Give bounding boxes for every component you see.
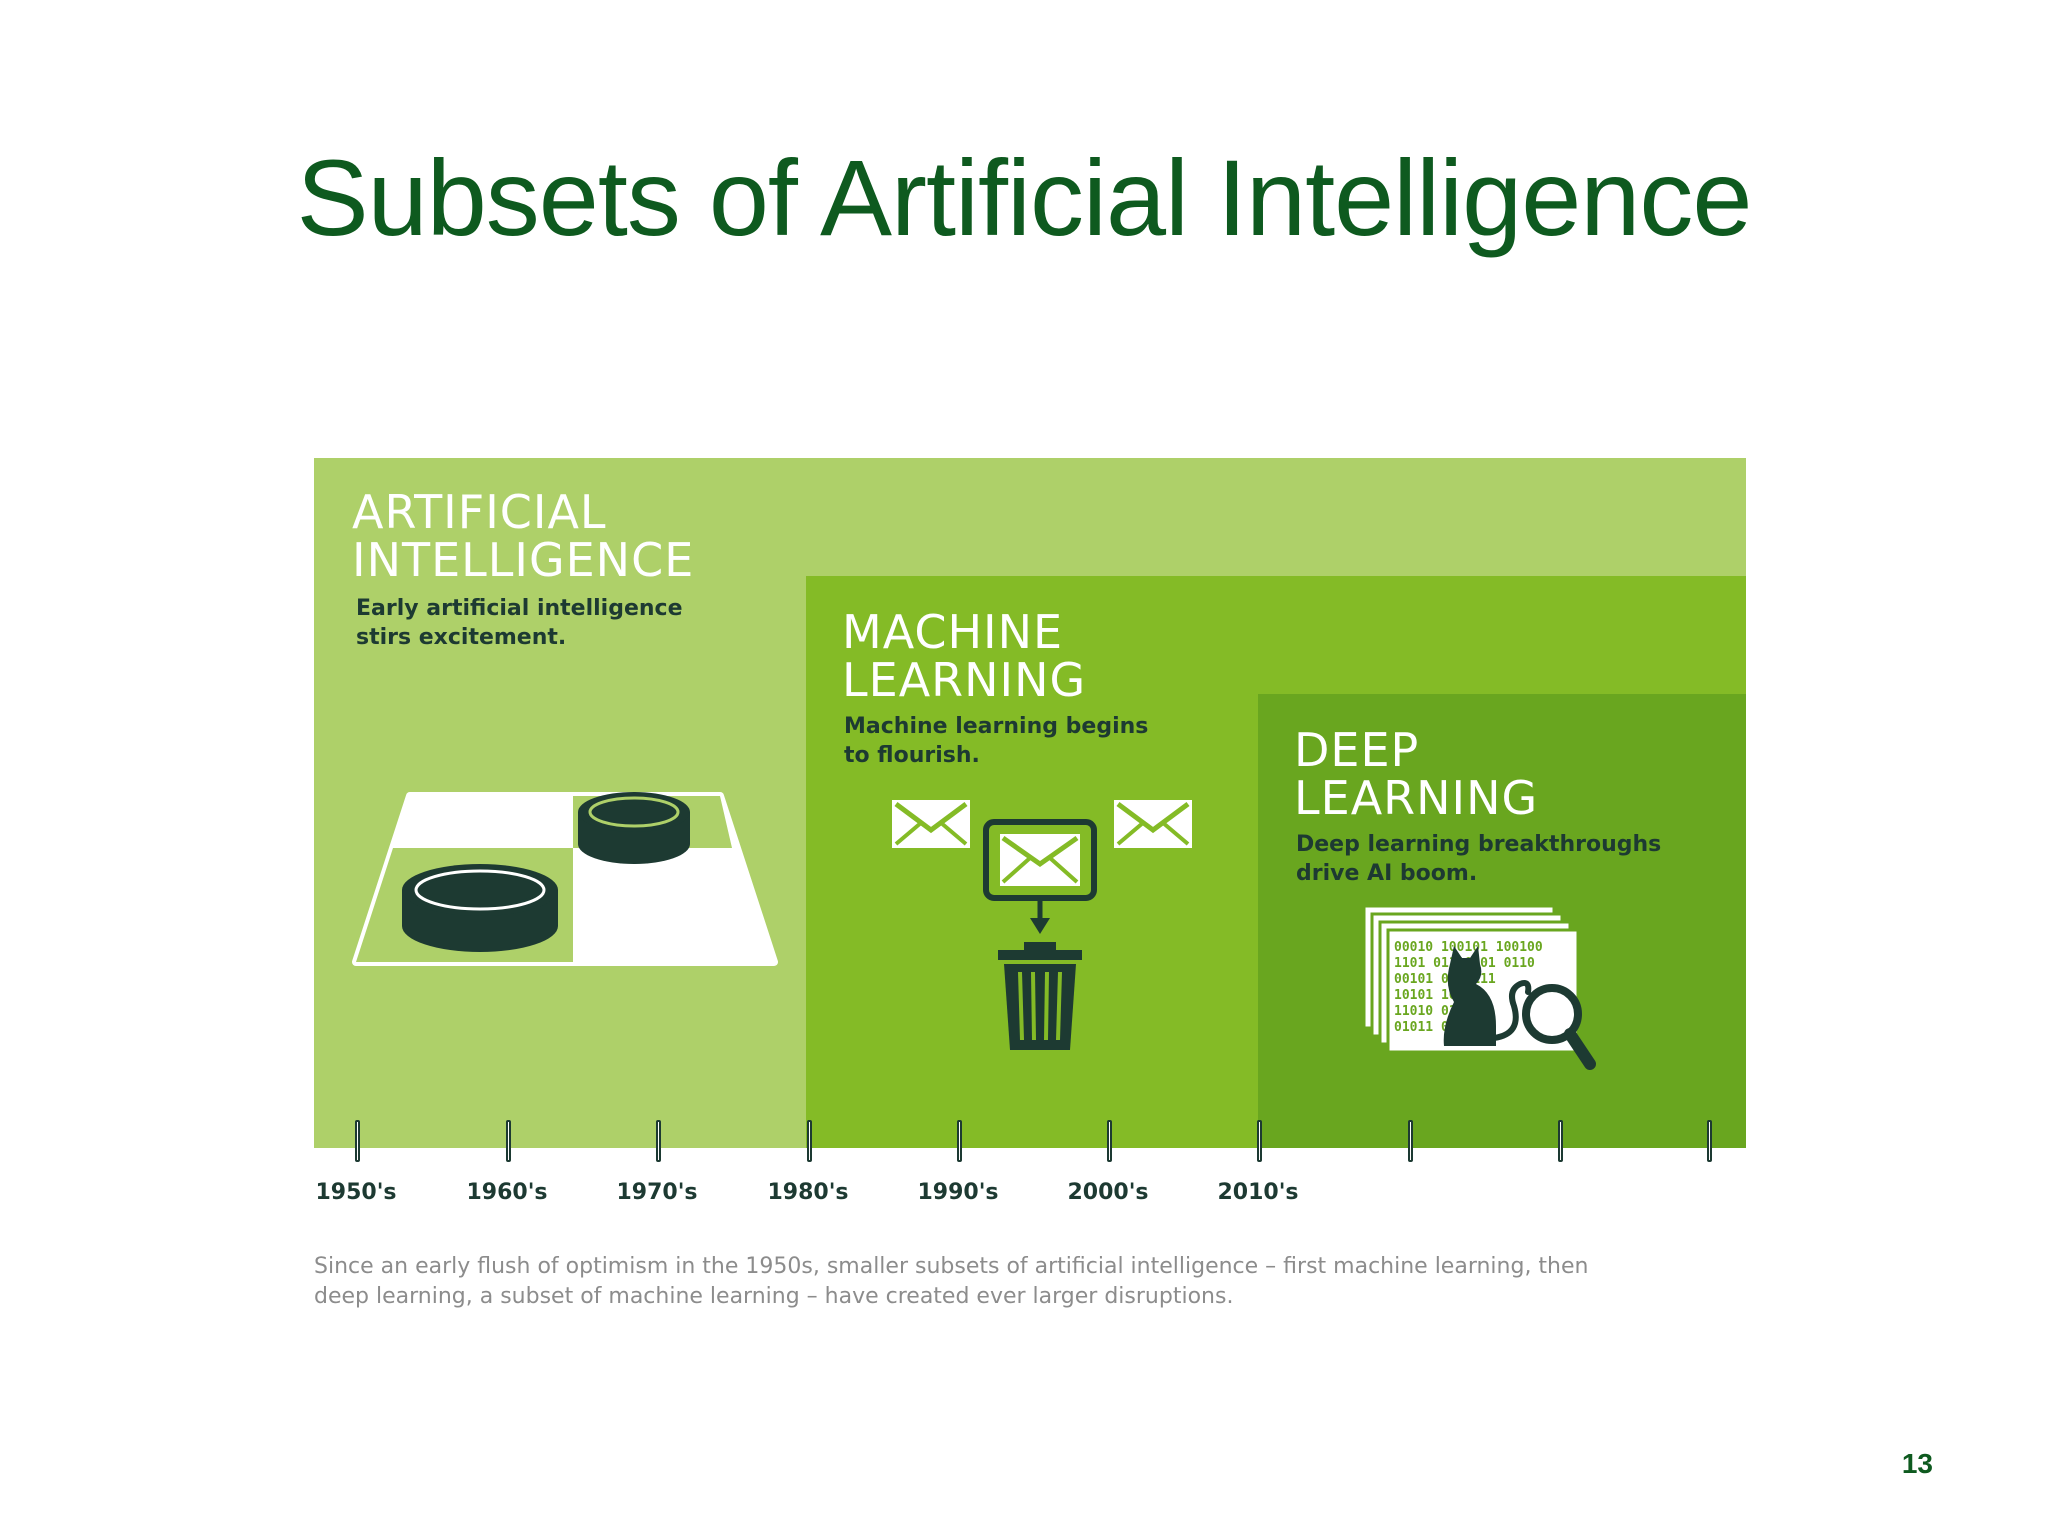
timeline-tick	[355, 1120, 360, 1162]
timeline-tick	[957, 1120, 962, 1162]
timeline-tick	[506, 1120, 511, 1162]
year-label-2010s: 2010's	[1217, 1180, 1299, 1205]
timeline-tick	[1707, 1120, 1712, 1162]
dl-subtitle: Deep learning breakthroughs drive AI boo…	[1296, 832, 1662, 886]
year-label-1980s: 1980's	[767, 1180, 849, 1205]
ml-heading: MACHINE LEARNING	[842, 605, 1087, 707]
email-spam-filter-icon	[892, 800, 1192, 1050]
year-label-1950s: 1950's	[315, 1180, 397, 1205]
page-number: 13	[1901, 1448, 1933, 1479]
year-label-1970s: 1970's	[616, 1180, 698, 1205]
year-label-2000s: 2000's	[1067, 1180, 1149, 1205]
timeline-tick	[1408, 1120, 1413, 1162]
binary-line-5: 11010 01	[1394, 1004, 1457, 1019]
timeline-tick	[807, 1120, 812, 1162]
cat-recognition-magnifier-icon: 00010 100101 100100 1101 01110 01 0110 0…	[1362, 904, 1596, 1070]
ai-subtitle: Early artificial intelligence stirs exci…	[356, 596, 683, 650]
timeline-tick	[656, 1120, 661, 1162]
timeline-tick	[1558, 1120, 1563, 1162]
checkers-board-icon	[352, 792, 778, 966]
binary-line-1: 00010 100101 100100	[1394, 940, 1543, 955]
figure-caption: Since an early flush of optimism in the …	[314, 1254, 1589, 1309]
timeline-tick	[1107, 1120, 1112, 1162]
timeline-tick	[1257, 1120, 1262, 1162]
dl-heading: DEEP LEARNING	[1294, 723, 1539, 825]
year-label-1960s: 1960's	[466, 1180, 548, 1205]
ai-subsets-diagram: ARTIFICIAL INTELLIGENCE Early artificial…	[314, 458, 1746, 1148]
ml-subtitle: Machine learning begins to flourish.	[844, 714, 1149, 768]
timeline-ticks	[314, 1120, 1746, 1170]
page-title: Subsets of Artificial Intelligence	[296, 137, 1753, 258]
year-label-1990s: 1990's	[917, 1180, 999, 1205]
ai-heading: ARTIFICIAL INTELLIGENCE	[352, 485, 695, 587]
